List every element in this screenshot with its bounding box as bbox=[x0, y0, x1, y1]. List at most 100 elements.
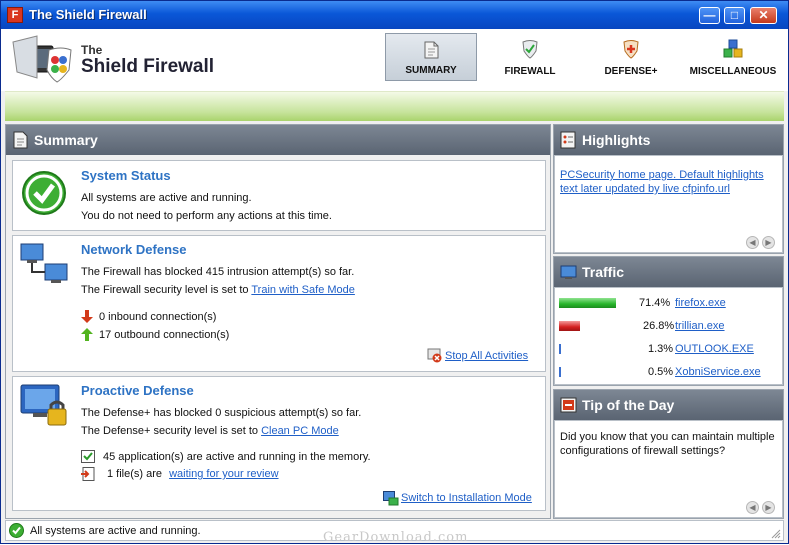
proactive-defense-title: Proactive Defense bbox=[81, 383, 194, 398]
logo-text-the: The bbox=[81, 43, 103, 57]
stop-all-activities-link[interactable]: Stop All Activities bbox=[445, 350, 528, 362]
traffic-percent: 1.3% bbox=[648, 343, 674, 355]
status-ok-check-icon bbox=[21, 170, 67, 216]
traffic-row: 0.5% XobniService.exe bbox=[555, 363, 784, 381]
minimize-button[interactable]: — bbox=[699, 7, 720, 24]
defense-security-level-prefix: The Defense+ security level is set to bbox=[81, 425, 258, 437]
summary-panel-title: Summary bbox=[34, 132, 98, 148]
maximize-button[interactable]: □ bbox=[724, 7, 745, 24]
defense-blocked-text: The Defense+ has blocked 0 suspicious at… bbox=[81, 407, 362, 419]
tab-miscellaneous[interactable]: MISCELLANEOUS bbox=[685, 33, 781, 81]
tip-panel-icon bbox=[560, 396, 577, 414]
highlights-panel-header: Highlights bbox=[554, 125, 783, 155]
computer-lock-icon bbox=[19, 383, 71, 431]
network-security-level: The Firewall security level is set to Tr… bbox=[81, 284, 355, 296]
tip-prev-button[interactable]: ◀ bbox=[746, 501, 759, 514]
network-defense-title: Network Defense bbox=[81, 242, 187, 257]
summary-panel-icon bbox=[12, 131, 29, 149]
system-status-line1: All systems are active and running. bbox=[81, 192, 252, 204]
window-title: The Shield Firewall bbox=[29, 7, 147, 22]
traffic-bar-outlook bbox=[559, 344, 561, 354]
tab-defense-plus-label: DEFENSE+ bbox=[604, 66, 658, 77]
traffic-app-link[interactable]: XobniService.exe bbox=[675, 366, 761, 378]
summary-document-icon bbox=[421, 40, 441, 60]
traffic-panel-icon bbox=[560, 263, 577, 281]
train-safe-mode-link[interactable]: Train with Safe Mode bbox=[251, 284, 355, 296]
traffic-row: 26.8% trillian.exe bbox=[555, 317, 784, 335]
tip-body: Did you know that you can maintain multi… bbox=[554, 420, 783, 518]
defense-security-level: The Defense+ security level is set to Cl… bbox=[81, 425, 339, 437]
highlights-link[interactable]: PCSecurity home page. Default highlights… bbox=[560, 168, 770, 196]
tab-firewall[interactable]: FIREWALL bbox=[483, 33, 577, 81]
traffic-app-link[interactable]: trillian.exe bbox=[675, 320, 725, 332]
traffic-percent: 71.4% bbox=[639, 297, 671, 309]
stop-activities-icon[interactable] bbox=[427, 348, 442, 363]
close-button[interactable]: ✕ bbox=[750, 7, 777, 24]
highlights-next-button[interactable]: ▶ bbox=[762, 236, 775, 249]
traffic-percent: 0.5% bbox=[648, 366, 674, 378]
proactive-defense-card: Proactive Defense The Defense+ has block… bbox=[12, 376, 546, 511]
app-header: The Shield Firewall SUMMARY FIREWALL DEF… bbox=[1, 29, 788, 91]
logo-text-name: Shield Firewall bbox=[81, 56, 215, 77]
cubes-icon bbox=[723, 39, 743, 59]
status-ok-icon bbox=[9, 523, 24, 538]
title-bar[interactable]: F The Shield Firewall — □ ✕ bbox=[1, 1, 788, 29]
tab-firewall-label: FIREWALL bbox=[504, 66, 556, 77]
app-window: F The Shield Firewall — □ ✕ The Shield F… bbox=[0, 0, 789, 545]
firewall-logo-icon bbox=[11, 32, 75, 88]
tip-panel-title: Tip of the Day bbox=[582, 397, 675, 413]
highlights-body: PCSecurity home page. Default highlights… bbox=[554, 155, 783, 253]
waiting-review-link[interactable]: waiting for your review bbox=[169, 468, 278, 480]
traffic-bar-firefox bbox=[559, 298, 616, 308]
traffic-panel: Traffic 71.4% firefox.exe 26.8% trillian… bbox=[553, 256, 784, 386]
traffic-body: 71.4% firefox.exe 26.8% trillian.exe 1.3… bbox=[554, 287, 783, 385]
tab-summary[interactable]: SUMMARY bbox=[385, 33, 477, 81]
traffic-app-link[interactable]: OUTLOOK.EXE bbox=[675, 343, 754, 355]
outbound-connections-text: 17 outbound connection(s) bbox=[99, 329, 230, 341]
files-review-prefix: 1 file(s) are bbox=[107, 468, 163, 480]
summary-panel-header: Summary bbox=[6, 125, 550, 155]
applications-running-text: 45 application(s) are active and running… bbox=[103, 451, 371, 463]
system-status-line2: You do not need to perform any actions a… bbox=[81, 210, 332, 222]
watermark-text: GearDownload.com bbox=[323, 530, 469, 545]
tab-defense-plus[interactable]: DEFENSE+ bbox=[583, 33, 679, 81]
network-defense-card: Network Defense The Firewall has blocked… bbox=[12, 235, 546, 372]
network-security-level-prefix: The Firewall security level is set to bbox=[81, 284, 249, 296]
traffic-row: 1.3% OUTLOOK.EXE bbox=[555, 340, 784, 358]
applications-check-icon bbox=[81, 450, 95, 463]
status-bar-text: All systems are active and running. bbox=[30, 525, 201, 537]
app-logo-icon[interactable]: F bbox=[7, 7, 23, 23]
tip-text: Did you know that you can maintain multi… bbox=[560, 431, 775, 457]
tip-panel: Tip of the Day Did you know that you can… bbox=[553, 389, 784, 519]
clean-pc-mode-link[interactable]: Clean PC Mode bbox=[261, 425, 339, 437]
system-status-card: System Status All systems are active and… bbox=[12, 160, 546, 231]
network-computers-icon bbox=[19, 242, 69, 286]
tab-miscellaneous-label: MISCELLANEOUS bbox=[689, 66, 777, 77]
traffic-percent: 26.8% bbox=[643, 320, 675, 332]
traffic-row: 71.4% firefox.exe bbox=[555, 294, 784, 312]
firewall-shield-icon bbox=[520, 39, 540, 59]
summary-panel: Summary System Status All systems are ac… bbox=[5, 124, 551, 519]
highlights-panel-icon bbox=[560, 131, 577, 149]
highlights-panel-title: Highlights bbox=[582, 132, 651, 148]
file-review-icon bbox=[81, 467, 95, 481]
system-status-title: System Status bbox=[81, 168, 171, 183]
tip-panel-header: Tip of the Day bbox=[554, 390, 783, 420]
installation-mode-icon[interactable] bbox=[383, 491, 399, 506]
traffic-bar-xobni bbox=[559, 367, 561, 377]
network-blocked-text: The Firewall has blocked 415 intrusion a… bbox=[81, 266, 355, 278]
inbound-connections-text: 0 inbound connection(s) bbox=[99, 311, 217, 323]
header-green-band bbox=[5, 91, 784, 121]
traffic-panel-title: Traffic bbox=[582, 264, 625, 280]
traffic-bar-trillian bbox=[559, 321, 580, 331]
resize-grip-icon[interactable] bbox=[769, 527, 781, 539]
defense-plus-shield-icon bbox=[621, 39, 641, 59]
tip-next-button[interactable]: ▶ bbox=[762, 501, 775, 514]
switch-installation-mode-link[interactable]: Switch to Installation Mode bbox=[401, 492, 532, 504]
inbound-arrow-down-icon bbox=[81, 310, 93, 323]
highlights-prev-button[interactable]: ◀ bbox=[746, 236, 759, 249]
highlights-panel: Highlights PCSecurity home page. Default… bbox=[553, 124, 784, 254]
traffic-app-link[interactable]: firefox.exe bbox=[675, 297, 726, 309]
traffic-panel-header: Traffic bbox=[554, 257, 783, 287]
tab-summary-label: SUMMARY bbox=[405, 65, 457, 76]
